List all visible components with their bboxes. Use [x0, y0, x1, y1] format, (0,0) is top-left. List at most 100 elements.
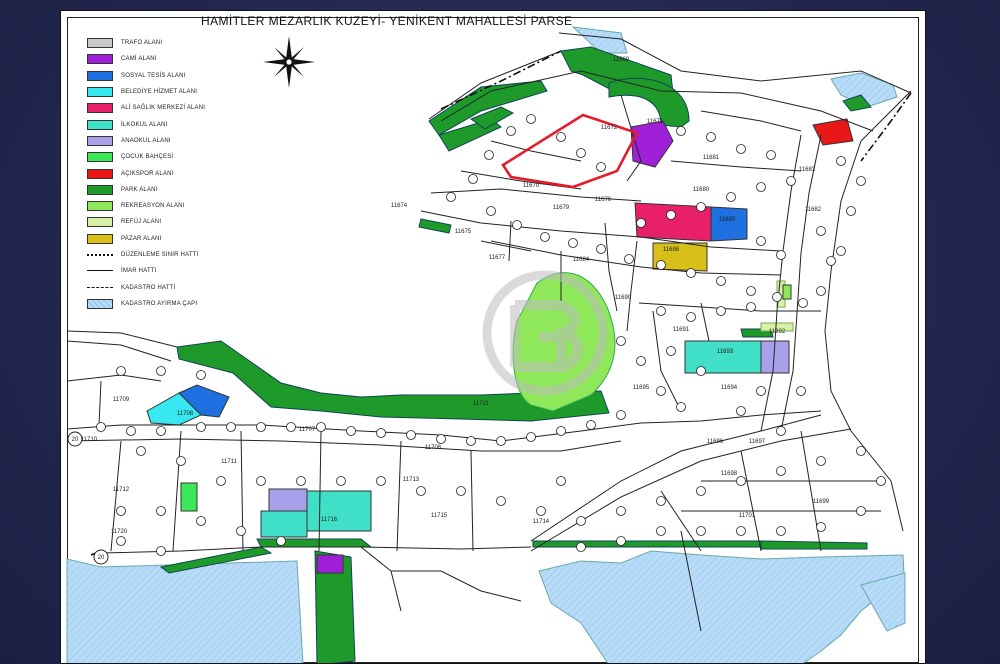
legend-item: DÜZENLEME SINIR HATTI: [87, 247, 257, 263]
parcel-marker: [496, 436, 506, 446]
parcel-marker: [656, 386, 666, 396]
parcel-marker: [116, 366, 126, 376]
parcel-marker: [656, 526, 666, 536]
parcel-marker: [196, 422, 206, 432]
legend-item: CAMİ ALANI: [87, 51, 257, 67]
parcel-marker: [696, 366, 706, 376]
parcel-marker: [616, 410, 626, 420]
legend-swatch: [87, 152, 113, 163]
parcel-number-label: 11675: [455, 229, 472, 235]
legend-label: REKREASYON ALANI: [121, 203, 185, 210]
parcel-number-label: 11720: [111, 529, 128, 535]
parcel-marker: [836, 156, 846, 166]
parcel-marker: [856, 506, 866, 516]
parcel-marker: [176, 456, 186, 466]
legend-label: REFÜJ ALANI: [121, 219, 162, 226]
parcel-number-label: 11711: [221, 459, 237, 465]
parcel-number-label: 11712: [113, 487, 130, 493]
parcel-marker: [772, 292, 782, 302]
parcel-number-label: 11699: [813, 499, 830, 505]
parcel-number-label: 11710: [81, 437, 98, 443]
parcel-marker: [136, 446, 146, 456]
parcel-marker: [436, 434, 446, 444]
parcel-marker: [196, 370, 206, 380]
legend-swatch: [87, 184, 113, 195]
legend-label: KADASTRO AYIRMA ÇAPI: [121, 300, 198, 307]
parcel-marker: [696, 486, 706, 496]
parcel-marker: [484, 150, 494, 160]
parcel-marker: [526, 114, 536, 124]
parcel-number-label: 11708: [177, 411, 194, 417]
header-strip: [60, 0, 920, 10]
parcel-marker: [406, 430, 416, 440]
parcel-marker: [416, 486, 426, 496]
parcel-marker: [636, 218, 646, 228]
parcel-marker: [226, 422, 236, 432]
legend-item: İMAR HATTI: [87, 263, 257, 279]
legend-swatch: [87, 201, 113, 212]
parcel-number-label: 11713: [403, 477, 420, 483]
parcel-number-label: 11695: [633, 385, 650, 391]
edge-marker-southwest-label: 20: [98, 555, 105, 561]
parcel-marker: [376, 476, 386, 486]
parcel-marker: [766, 150, 776, 160]
legend-item: AÇIKSPOR ALANI: [87, 165, 257, 181]
parcel-marker: [196, 516, 206, 526]
legend-item: ALİ SAĞLIK MERKEZİ ALANI: [87, 100, 257, 116]
legend-item: ÇOCUK BAHÇESİ: [87, 149, 257, 165]
edge-markers: 20 20: [67, 431, 109, 565]
parcel-number-label: 11669: [613, 57, 630, 63]
parcel-marker: [156, 426, 166, 436]
parcel-number-label: 11682: [805, 207, 822, 213]
parcel-marker: [776, 250, 786, 260]
parcel-marker: [716, 276, 726, 286]
legend-label: İLKOKUL ALANI: [121, 121, 168, 128]
legend-label: TRAFO ALANI: [121, 40, 163, 47]
legend-swatch: [87, 103, 113, 114]
parcel-marker: [736, 526, 746, 536]
parcel-marker: [256, 476, 266, 486]
parcel-marker: [856, 446, 866, 456]
legend-label: BELEDİYE HİZMET ALANI: [121, 89, 198, 96]
parcel-marker: [466, 436, 476, 446]
legend-label: SOSYAL TESİS ALANI: [121, 72, 186, 79]
parcel-number-label: 11707: [299, 427, 316, 433]
zoning-map-sheet: 11669 11672 11671 11670 11679 11674 11675 11676…: [60, 10, 926, 664]
legend-swatch: [87, 233, 113, 244]
parcel-marker: [776, 526, 786, 536]
parcel-number-label: 11715: [431, 513, 448, 519]
parcel-marker: [256, 422, 266, 432]
legend-item: TRAFO ALANI: [87, 35, 257, 51]
parcel-marker: [156, 546, 166, 556]
parcel-marker: [276, 536, 286, 546]
parcel-marker: [786, 176, 796, 186]
legend-swatch: [87, 250, 113, 260]
parcel-number-label: 11698: [721, 471, 738, 477]
parcel-marker: [156, 366, 166, 376]
parcel-marker: [676, 402, 686, 412]
legend-swatch: [87, 283, 113, 293]
parcel-marker: [676, 126, 686, 136]
parcel-marker: [616, 536, 626, 546]
parcel-marker: [156, 506, 166, 516]
map-title: HAMİTLER MEZARLIK KUZEYİ- YENİKENT MAHAL…: [201, 14, 573, 28]
parcel-marker: [596, 244, 606, 254]
parcel-marker: [696, 526, 706, 536]
parcel-number-label: 11716: [321, 517, 338, 523]
legend-item: REKREASYON ALANI: [87, 198, 257, 214]
parcel-marker: [816, 522, 826, 532]
parcel-marker: [856, 176, 866, 186]
parcel-marker: [686, 312, 696, 322]
parcel-marker: [836, 246, 846, 256]
parcel-number-label: 11696: [707, 439, 724, 445]
legend-item: SOSYAL TESİS ALANI: [87, 68, 257, 84]
legend-label: ÇOCUK BAHÇESİ: [121, 154, 174, 161]
parcel-marker: [296, 476, 306, 486]
parcel-marker: [576, 148, 586, 158]
parcel-marker: [506, 126, 516, 136]
parcel-marker: [826, 256, 836, 266]
parcel-marker: [576, 542, 586, 552]
parcel-number-label: 11672: [601, 125, 618, 131]
parcel-number-label: 11686: [663, 247, 680, 253]
parcel-marker: [540, 232, 550, 242]
